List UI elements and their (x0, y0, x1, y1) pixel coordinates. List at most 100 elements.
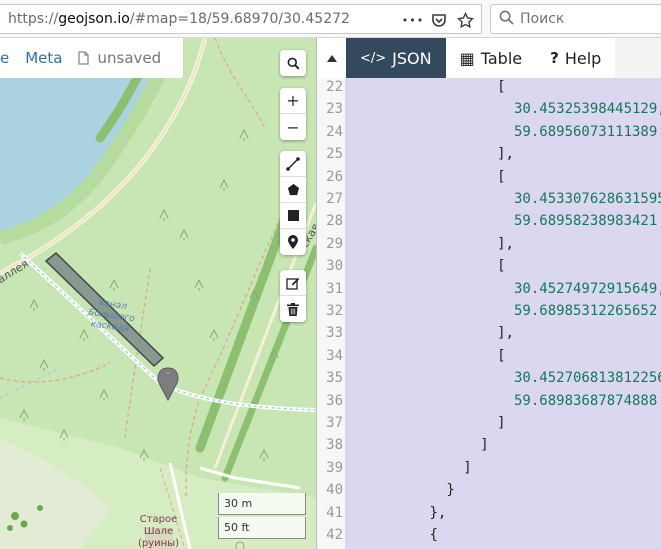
code-line[interactable]: 34 [ (317, 345, 661, 367)
draw-rectangle-button[interactable] (280, 203, 306, 229)
zoom-in-button[interactable]: + (280, 88, 306, 114)
building-label: Старое Шале (руины) (138, 514, 180, 549)
line-number: 42 (326, 527, 343, 543)
table-icon: ▦ (459, 48, 475, 68)
line-number: 36 (326, 392, 343, 409)
browser-search-field[interactable]: Поиск (490, 4, 661, 34)
edit-control (280, 270, 306, 322)
code-punctuation: [ (497, 347, 506, 364)
code-punctuation: [ (497, 168, 506, 185)
code-line[interactable]: 37] (317, 412, 661, 434)
code-line[interactable]: 39] (317, 457, 661, 479)
code-line[interactable]: 40} (317, 479, 661, 501)
caret-up-icon (326, 54, 337, 62)
code-punctuation: [ (497, 258, 506, 275)
code-line[interactable]: 23 30.45325398445129, (317, 98, 661, 120)
code-punctuation: [ (497, 79, 506, 95)
code-line[interactable]: 22 [ (317, 78, 661, 98)
code-line[interactable]: 26 [ (317, 166, 661, 188)
search-icon (287, 57, 299, 69)
code-line[interactable]: 41}, (317, 502, 661, 524)
line-number: 28 (326, 213, 343, 230)
zoom-control: + − (280, 88, 306, 140)
draw-line-button[interactable] (280, 151, 306, 177)
line-number: 24 (326, 123, 343, 140)
help-icon: ? (550, 49, 559, 67)
code-punctuation: }, (429, 504, 447, 521)
line-number: 40 (326, 482, 343, 499)
file-status[interactable]: unsaved (70, 49, 169, 67)
tab-table[interactable]: ▦ Table (445, 38, 537, 78)
line-number: 35 (326, 370, 343, 387)
code-line[interactable]: 42 { (317, 524, 661, 546)
file-icon (78, 51, 90, 65)
code-line[interactable]: 30 [ (317, 255, 661, 277)
draw-polygon-button[interactable] (280, 177, 306, 203)
pocket-icon[interactable] (427, 8, 451, 32)
tab-open[interactable]: e (0, 49, 17, 67)
code-punctuation: { (429, 527, 438, 543)
line-number: 33 (326, 325, 343, 342)
code-number: 59.68956073111389 (514, 123, 658, 140)
file-name: unsaved (97, 49, 162, 67)
tab-json-label: JSON (392, 48, 432, 68)
bookmark-star-icon[interactable] (453, 8, 477, 32)
line-number: 25 (326, 146, 343, 163)
map-mode-tabs: e Meta unsaved (0, 38, 184, 78)
canal-label: канал Большого каскада (87, 298, 136, 335)
tab-meta[interactable]: Meta (17, 49, 70, 67)
collapse-pane-button[interactable] (317, 38, 346, 78)
code-line[interactable]: 31 30.45274972915649, (317, 278, 661, 300)
line-number: 38 (326, 437, 343, 454)
code-line[interactable]: 33], (317, 322, 661, 344)
line-icon (286, 156, 300, 171)
line-number: 23 (326, 101, 343, 118)
map-canvas[interactable] (0, 38, 316, 549)
code-line[interactable]: 27 30.453307628631595, (317, 188, 661, 210)
code-line[interactable]: 25], (317, 143, 661, 165)
code-number: 30.453307628631595, (514, 191, 661, 207)
line-number: 41 (326, 504, 343, 521)
code-punctuation: ] (463, 459, 472, 476)
code-number: 59.68983687874888 (514, 392, 658, 409)
page-actions-icon[interactable]: ••• (401, 8, 425, 32)
tab-help[interactable]: ? Help (536, 38, 616, 78)
tab-json[interactable]: </> JSON (346, 38, 446, 78)
search-icon (499, 10, 514, 29)
code-line[interactable]: 38] (317, 434, 661, 456)
code-number: 30.45325398445129, (514, 101, 661, 118)
line-number: 22 (326, 79, 343, 95)
line-number: 32 (326, 303, 343, 319)
pane-tabs: </> JSON ▦ Table ? Help (317, 38, 661, 78)
edit-layers-button[interactable] (280, 270, 306, 296)
code-punctuation: ], (497, 146, 514, 163)
polygon-icon (287, 183, 299, 196)
code-line[interactable]: 32 59.68985312265652 (317, 300, 661, 322)
rectangle-icon (287, 210, 299, 221)
code-line[interactable]: 35 30.452706813812256, (317, 367, 661, 389)
map-search-button[interactable] (280, 50, 306, 76)
edit-icon (286, 277, 300, 290)
geocoder-control (280, 50, 306, 76)
tab-table-label: Table (480, 48, 523, 68)
json-editor[interactable]: 22 [23 30.45325398445129, 24 59.689560731113… (317, 78, 661, 549)
url-bar[interactable]: https://geojson.io/#map=18/59.68970/30.4… (0, 4, 482, 34)
code-line[interactable]: 24 59.68956073111389 (317, 121, 661, 143)
code-line[interactable]: 29], (317, 233, 661, 255)
url-text: https://geojson.io/#map=18/59.68970/30.4… (8, 11, 350, 27)
scale-metric: 30 m (218, 493, 306, 515)
draw-marker-button[interactable] (280, 229, 306, 255)
line-number: 31 (326, 280, 343, 297)
editor-pane: </> JSON ▦ Table ? Help 22 [23 30.45325398… (316, 38, 661, 549)
code-number: 30.452706813812256, (514, 370, 661, 387)
code-punctuation: } (446, 482, 455, 499)
code-line[interactable]: 36 59.68983687874888 (317, 390, 661, 412)
tab-help-label: Help (564, 48, 602, 68)
map-view[interactable]: аллея нская канал Большого каскада Старо… (0, 38, 316, 549)
zoom-out-button[interactable]: − (280, 114, 306, 140)
delete-layers-button[interactable] (280, 296, 306, 322)
code-punctuation: ] (480, 437, 489, 454)
line-number: 30 (326, 258, 343, 275)
code-line[interactable]: 28 59.68958238983421 (317, 210, 661, 232)
draw-control (280, 151, 306, 255)
